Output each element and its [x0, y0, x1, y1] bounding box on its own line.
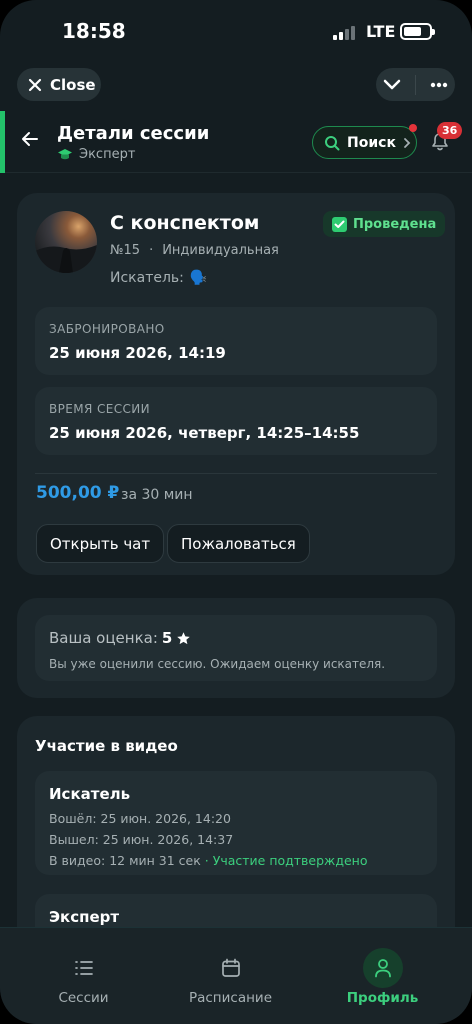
status-badge: Проведена	[323, 211, 446, 237]
participant-duration-line: В видео: 12 мин 31 сек · Участие подтвер…	[49, 853, 367, 868]
price-duration: за 30 мин	[121, 487, 193, 503]
divider	[35, 473, 437, 474]
video-section-title: Участие в видео	[35, 737, 178, 755]
session-meta: №15 · Индивидуальная	[110, 243, 279, 258]
avatar	[35, 211, 97, 273]
arrow-left-icon	[22, 132, 38, 146]
complain-button[interactable]: Пожаловаться	[167, 524, 310, 563]
rating-value: 5	[161, 629, 173, 647]
bottom-nav: Сессии Расписание Профиль	[0, 927, 472, 1024]
booked-block: ЗАБРОНИРОВАНО 25 июня 2026, 14:19	[35, 307, 437, 375]
participation-confirmed: · Участие подтверждено	[204, 853, 368, 868]
session-title: С конспектом	[110, 212, 260, 234]
meta-separator: ·	[149, 243, 154, 258]
signal-icon	[333, 24, 357, 40]
status-time: 18:58	[62, 19, 126, 43]
seeker-emoji: 🗣️	[189, 270, 208, 286]
session-type: Индивидуальная	[162, 243, 279, 258]
nav-label: Расписание	[188, 990, 273, 1006]
webview-controls	[376, 68, 455, 101]
participant-name: Эксперт	[49, 908, 120, 926]
nav-label: Профиль	[346, 990, 419, 1006]
header-accent-bar	[0, 111, 5, 173]
more-icon	[430, 82, 448, 87]
seeker-line: Искатель: 🗣️	[110, 270, 207, 286]
rating-line: Ваша оценка: 5	[49, 629, 191, 647]
booked-value: 25 июня 2026, 14:19	[49, 344, 226, 362]
list-icon	[64, 948, 104, 988]
check-icon	[332, 216, 347, 232]
participant-name: Искатель	[49, 785, 131, 803]
network-label: LTE	[366, 22, 396, 41]
graduation-cap-icon	[58, 149, 72, 160]
participant-seeker: Искатель Вошёл: 25 июн. 2026, 14:20 Выше…	[35, 771, 437, 875]
price: 500,00 ₽	[36, 483, 120, 503]
chevron-right-icon	[404, 137, 411, 148]
booked-label: ЗАБРОНИРОВАНО	[49, 322, 165, 336]
back-button[interactable]	[21, 131, 39, 151]
nav-item-profile[interactable]: Профиль	[304, 928, 461, 1024]
phone-screen: 18:58 LTE Close Детали сессии Эксперт По…	[0, 0, 472, 1024]
session-time-block: ВРЕМЯ СЕССИИ 25 июня 2026, четверг, 14:2…	[35, 387, 437, 455]
session-time-value: 25 июня 2026, четверг, 14:25–14:55	[49, 424, 360, 442]
status-bar: 18:58 LTE	[0, 0, 472, 64]
chevron-down-icon	[383, 79, 401, 89]
rating-card: Ваша оценка: 5 Вы уже оценили сессию. Ож…	[17, 598, 455, 698]
notifications-badge: 36	[437, 122, 463, 139]
calendar-icon	[211, 948, 251, 988]
person-icon	[362, 948, 403, 988]
role-subtitle: Эксперт	[57, 147, 135, 162]
session-card: С конспектом Проведена №15 · Индивидуаль…	[17, 193, 455, 575]
seeker-label: Искатель:	[110, 270, 184, 286]
search-label: Поиск	[347, 134, 396, 151]
nav-label: Сессии	[58, 990, 109, 1006]
page-header: Детали сессии Эксперт Поиск 36	[0, 111, 472, 173]
nav-item-sessions[interactable]: Сессии	[5, 928, 162, 1024]
collapse-button[interactable]	[383, 79, 401, 91]
rating-label: Ваша оценка:	[49, 629, 158, 647]
rating-block: Ваша оценка: 5 Вы уже оценили сессию. Ож…	[35, 615, 437, 681]
rating-note: Вы уже оценили сессию. Ожидаем оценку ис…	[49, 657, 386, 671]
page-title: Детали сессии	[57, 123, 210, 144]
search-button[interactable]: Поиск	[312, 124, 417, 159]
search-icon	[325, 135, 340, 150]
role-label: Эксперт	[79, 147, 136, 162]
status-label: Проведена	[353, 216, 437, 232]
participant-joined: Вошёл: 25 июн. 2026, 14:20	[49, 811, 231, 826]
close-icon	[28, 78, 42, 91]
session-time-label: ВРЕМЯ СЕССИИ	[49, 402, 151, 416]
more-button[interactable]	[430, 82, 448, 88]
search-notification-dot	[409, 124, 417, 132]
star-icon	[177, 631, 191, 644]
close-button[interactable]: Close	[17, 68, 101, 101]
close-label: Close	[50, 75, 96, 94]
battery-icon	[400, 23, 435, 40]
participant-left: Вышел: 25 июн. 2026, 14:37	[49, 832, 234, 847]
participant-in-video: В видео: 12 мин 31 сек	[49, 853, 201, 868]
nav-item-schedule[interactable]: Расписание	[152, 928, 309, 1024]
open-chat-button[interactable]: Открыть чат	[36, 524, 165, 563]
session-number: №15	[110, 243, 141, 258]
